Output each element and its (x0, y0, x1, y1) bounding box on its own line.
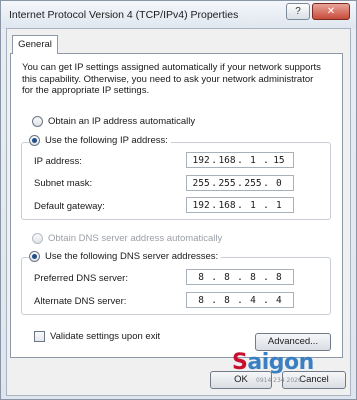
octet-3: 1 (250, 199, 256, 211)
octet-2: 8 (224, 294, 230, 306)
octet-4: 15 (273, 154, 285, 166)
alternate-dns-input[interactable]: 8. 8. 4. 4 (186, 292, 294, 308)
octet-1: 255 (192, 177, 210, 189)
obtain-ip-auto-label: Obtain an IP address automatically (48, 116, 196, 127)
octet-4: 4 (276, 294, 282, 306)
checkbox-icon (34, 331, 45, 342)
description-text: You can get IP settings assigned automat… (22, 62, 321, 96)
octet-3: 8 (250, 271, 256, 283)
preferred-dns-input[interactable]: 8. 8. 8. 8 (186, 269, 294, 285)
window-title: Internet Protocol Version 4 (TCP/IPv4) P… (9, 9, 239, 21)
title-bar[interactable]: Internet Protocol Version 4 (TCP/IPv4) P… (1, 1, 356, 29)
watermark-brand-rest: aigon (247, 350, 314, 375)
octet-1: 8 (198, 294, 204, 306)
octet-4: 1 (276, 199, 282, 211)
alternate-dns-label: Alternate DNS server: (34, 296, 127, 307)
radio-use-following-ip[interactable]: Use the following IP address: (29, 135, 171, 146)
obtain-dns-auto-label: Obtain DNS server address automatically (48, 233, 223, 244)
tab-general[interactable]: General (12, 35, 58, 54)
octet-4: 8 (276, 271, 282, 283)
octet-3: 1 (250, 154, 256, 166)
validate-settings-checkbox[interactable]: Validate settings upon exit (34, 331, 164, 342)
octet-2: 168 (218, 199, 236, 211)
watermark-brand: Saigon (232, 350, 314, 375)
octet-2: 255 (218, 177, 236, 189)
default-gateway-label: Default gateway: (34, 201, 105, 212)
watermark-brand-initial: S (232, 350, 248, 375)
octet-3: 255 (244, 177, 262, 189)
watermark-subtext: 0914 234 2026 (256, 377, 302, 384)
radio-button-selected-icon (29, 135, 40, 146)
octet-3: 4 (250, 294, 256, 306)
octet-1: 192 (192, 199, 210, 211)
radio-obtain-ip-auto[interactable]: Obtain an IP address automatically (32, 116, 199, 127)
help-button[interactable]: ? (286, 3, 310, 20)
subnet-mask-label: Subnet mask: (34, 178, 93, 189)
validate-settings-label: Validate settings upon exit (50, 331, 161, 342)
octet-1: 8 (198, 271, 204, 283)
saigon-watermark-logo: Saigon 0914 234 2026 (226, 350, 336, 390)
radio-button-disabled-icon (32, 233, 43, 244)
radio-use-following-dns[interactable]: Use the following DNS server addresses: (29, 251, 222, 262)
use-following-ip-label: Use the following IP address: (45, 135, 168, 146)
default-gateway-input[interactable]: 192. 168. 1. 1 (186, 197, 294, 213)
preferred-dns-label: Preferred DNS server: (34, 273, 128, 284)
close-button[interactable]: ✕ (312, 3, 350, 20)
octet-2: 8 (224, 271, 230, 283)
octet-2: 168 (218, 154, 236, 166)
radio-obtain-dns-auto[interactable]: Obtain DNS server address automatically (32, 233, 226, 244)
subnet-mask-input[interactable]: 255. 255. 255. 0 (186, 175, 294, 191)
use-following-dns-label: Use the following DNS server addresses: (45, 251, 219, 262)
octet-1: 192 (192, 154, 210, 166)
ip-address-input[interactable]: 192. 168. 1. 15 (186, 152, 294, 168)
ip-address-label: IP address: (34, 156, 82, 167)
radio-button-selected-icon (29, 251, 40, 262)
radio-button-icon (32, 116, 43, 127)
advanced-button[interactable]: Advanced... (255, 333, 331, 351)
octet-4: 0 (276, 177, 282, 189)
